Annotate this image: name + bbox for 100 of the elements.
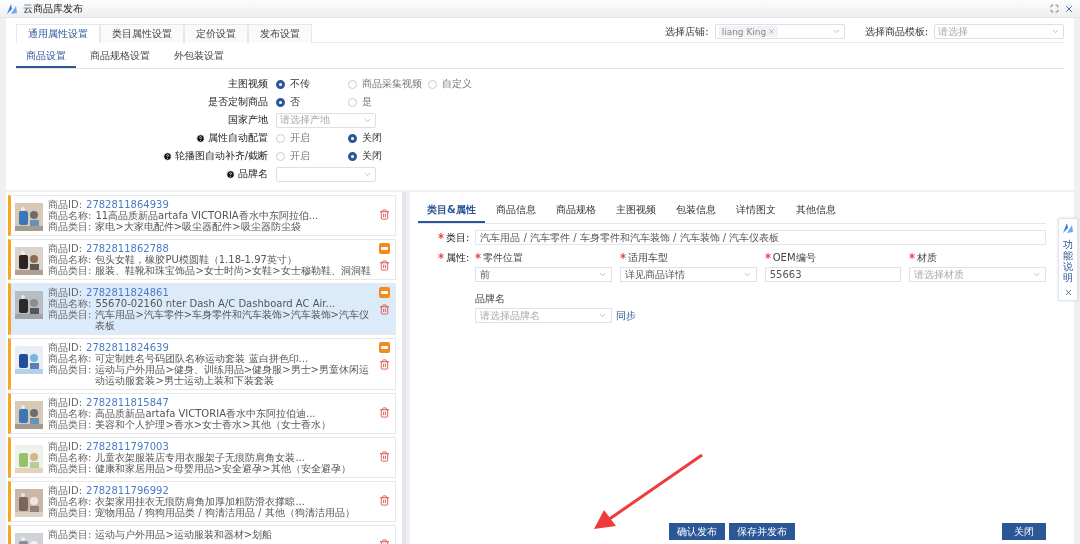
- radio-button[interactable]: [276, 79, 285, 89]
- delete-icon[interactable]: [379, 495, 390, 506]
- input-field[interactable]: 55663: [764, 267, 902, 282]
- product-name: 衣架家用挂衣无痕防肩角加厚加粗防滑衣撑晾...: [95, 496, 305, 507]
- tab[interactable]: 包装信息: [666, 200, 725, 223]
- radio-button[interactable]: [348, 133, 357, 143]
- caret-icon: [1032, 270, 1041, 279]
- delete-icon[interactable]: [379, 209, 390, 220]
- help-label[interactable]: 功能说明: [1063, 239, 1073, 283]
- product-category: 运动与户外用品>健身、训练用品>健身服>男士>男童休闲运动运动服套装>男士运动上装和下装套装: [95, 364, 370, 386]
- tab[interactable]: 详情图文: [726, 200, 785, 223]
- product-category: 家电>大家电配件>吸尘器配件>吸尘器防尘袋: [95, 221, 301, 232]
- product-card[interactable]: 商品类目: 运动与户外用品>运动服装和器材>划船: [8, 525, 396, 544]
- field-label: 国家产地: [228, 113, 268, 127]
- close-button[interactable]: 关闭: [1002, 523, 1046, 540]
- sync-link[interactable]: 同步: [616, 308, 637, 323]
- logo-icon: [1062, 222, 1074, 234]
- logo-icon: [6, 2, 18, 15]
- product-card[interactable]: 商品ID: 2782811796992 商品名称: 衣架家用挂衣无痕防肩角加厚加粗防滑衣撑晾... 商品类目: 宠物用品 / 狗狗用品类 / 狗清洁用品 / 其他（狗清洁用品）: [8, 481, 396, 522]
- radio-button[interactable]: [276, 97, 285, 107]
- sub-tab[interactable]: 商品设置: [16, 45, 76, 68]
- field-label: 零件位置: [483, 251, 524, 265]
- remove-icon[interactable]: [768, 28, 776, 35]
- field-label: 商品类目:: [48, 221, 92, 232]
- field-label: 商品类目:: [48, 309, 92, 322]
- caret-icon: [598, 270, 608, 279]
- close-icon[interactable]: [1064, 3, 1074, 14]
- product-name: 55670-02160 nter Dash A/C Dashboard AC Air...: [95, 298, 337, 309]
- field-label: 商品类目:: [48, 507, 92, 518]
- field-label: 选择店铺:: [665, 24, 709, 39]
- delete-icon[interactable]: [379, 359, 390, 370]
- radio-label: 不传: [290, 77, 310, 91]
- product-category: 运动与户外用品>运动服装和器材>划船: [95, 529, 274, 540]
- product-category: 美容和个人护理>香水>女士香水>其他（女士香水）: [95, 419, 332, 430]
- field-label: 商品名称:: [48, 408, 92, 419]
- confirm-button[interactable]: 确认发布: [669, 523, 725, 540]
- tab[interactable]: 定价设置: [184, 24, 248, 43]
- product-id: 2782811797003: [86, 441, 170, 452]
- select-field[interactable]: [276, 166, 376, 182]
- field-label: 轮播图自动补齐/截断: [174, 149, 268, 163]
- product-category: 汽车用品>汽车零件>车身零件和汽车装饰>汽车装饰>汽车仪表板: [95, 309, 370, 331]
- field-label: 商品名称:: [48, 210, 92, 221]
- tab[interactable]: 商品信息: [486, 200, 545, 223]
- tab[interactable]: 发布设置: [248, 24, 312, 43]
- product-id: 2782811824639: [86, 342, 170, 353]
- select-field[interactable]: 详见商品详情: [620, 267, 757, 282]
- product-name: 儿童衣架服装店专用衣服架子无痕防肩角女装...: [95, 452, 305, 463]
- caret-icon: [598, 311, 608, 320]
- field-label: 商品名称:: [48, 254, 92, 265]
- fullscreen-icon[interactable]: [1050, 4, 1059, 13]
- tab[interactable]: 类目&属性: [418, 200, 485, 223]
- product-name: 包头女鞋，橡胶PU模圆鞋（1.18-1.97英寸）: [95, 254, 298, 265]
- field-label: 类目:: [446, 230, 470, 245]
- field-label: 商品ID:: [48, 441, 83, 452]
- delete-icon[interactable]: [379, 304, 390, 315]
- caret-icon: [831, 27, 841, 36]
- product-card[interactable]: 商品ID: 2782811862788 商品名称: 包头女鞋，橡胶PU模圆鞋（1.18-1.97英寸） 商品类目: 服装、鞋靴和珠宝饰品>女士时尚>女鞋>女士穆勒鞋、洞洞鞋: [8, 239, 396, 280]
- field-label: 商品名称:: [48, 496, 92, 507]
- delete-icon[interactable]: [379, 407, 390, 418]
- category-field: 汽车用品 / 汽车零件 / 车身零件和汽车装饰 / 汽车装饰 / 汽车仪表板: [475, 230, 1046, 245]
- product-card[interactable]: 商品ID: 2782811797003 商品名称: 儿童衣架服装店专用衣服架子无痕防肩角女装... 商品类目: 健康和家居用品>母婴用品>安全避孕>其他（安全避孕）: [8, 437, 396, 478]
- store-tag: liang King: [718, 26, 779, 37]
- product-card[interactable]: 商品ID: 2782811824639 商品名称: 可定制姓名号码团队名称运动套装 蓝白拼色印... 商品类目: 运动与户外用品>健身、训练用品>健身服>男士>男童休闲运动运动服套装>男士运动上装和下装套装: [8, 338, 396, 390]
- sub-tab[interactable]: 商品规格设置: [80, 45, 160, 68]
- field-label: 商品类目:: [48, 463, 92, 474]
- product-card[interactable]: 商品ID: 2782811864939 商品名称: 11高品质新品artafa VICTORIA香水中东阿拉伯... 商品类目: 家电>大家电配件>吸尘器配件>吸尘器防尘袋: [8, 195, 396, 236]
- delete-icon[interactable]: [379, 451, 390, 462]
- tab[interactable]: 商品规格: [546, 200, 605, 223]
- product-id: 2782811824861: [86, 287, 170, 298]
- radio-label: 自定义: [442, 77, 472, 91]
- product-category: 健康和家居用品>母婴用品>安全避孕>其他（安全避孕）: [95, 463, 352, 474]
- save-publish-button[interactable]: 保存并发布: [729, 523, 795, 540]
- sub-tab[interactable]: 外包装设置: [164, 45, 234, 68]
- caret-icon: [742, 270, 752, 279]
- tab[interactable]: 通用属性设置: [16, 24, 100, 43]
- radio-button[interactable]: [348, 151, 357, 161]
- radio-label: 是: [362, 95, 372, 109]
- field-label: 属性:: [446, 251, 470, 265]
- product-id: 2782811815847: [86, 397, 170, 408]
- product-name: 高品质新品artafa VICTORIA香水中东阿拉伯迪...: [95, 408, 317, 419]
- select-field[interactable]: 前: [475, 267, 613, 282]
- field-label: 商品ID:: [48, 243, 83, 254]
- tab[interactable]: 主图视频: [606, 200, 665, 223]
- tab[interactable]: 其他信息: [786, 200, 845, 223]
- field-label: 商品类目:: [48, 265, 92, 276]
- field-label: 品牌名: [475, 292, 506, 306]
- field-label: OEM编号: [772, 251, 816, 265]
- field-label: 商品类目:: [48, 529, 92, 540]
- product-id: 2782811864939: [86, 199, 170, 210]
- caret-icon: [1051, 27, 1060, 36]
- product-card[interactable]: 商品ID: 2782811815847 商品名称: 高品质新品artafa VICTORIA香水中东阿拉伯迪... 商品类目: 美容和个人护理>香水>女士香水>其他（女士香水）: [8, 393, 396, 434]
- field-label: 商品ID:: [48, 342, 83, 353]
- tab[interactable]: 类目属性设置: [100, 24, 184, 43]
- close-icon[interactable]: [1063, 288, 1073, 297]
- delete-icon[interactable]: [379, 260, 390, 271]
- product-card[interactable]: 商品ID: 2782811824861 商品名称: 55670-02160 nter Dash A/C Dashboard AC Air... 商品类目: 汽车用品>汽车零件>车身零件和汽车装饰>汽车装饰>汽车仪表板: [8, 283, 396, 335]
- product-name: 可定制姓名号码团队名称运动套装 蓝白拼色印...: [95, 353, 310, 364]
- radio-label: 商品采集视频: [362, 77, 422, 91]
- field-label: 商品类目:: [48, 419, 92, 430]
- field-label: 商品ID:: [48, 199, 83, 210]
